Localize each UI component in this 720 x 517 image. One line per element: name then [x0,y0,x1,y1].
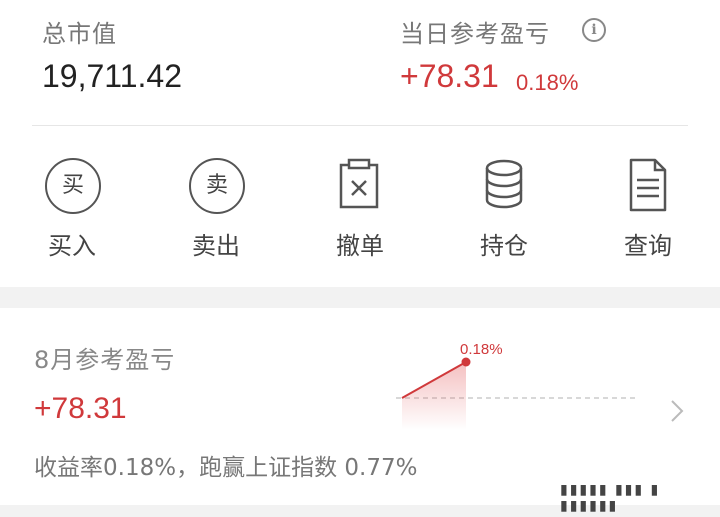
buy-button[interactable]: 买 买入 [16,156,126,266]
buy-icon-glyph: 买 [45,158,101,214]
chevron-right-icon[interactable] [666,396,688,426]
account-summary-card: 总市值 当日参考盈亏 i 19,711.42 +78.31 0.18% 买 买入… [0,0,720,287]
chart-area [402,362,466,430]
buy-icon: 买 [43,156,101,214]
monthly-pnl-card[interactable]: 8月参考盈亏 +78.31 收益率0.18%，跑赢上证指数 0.77% 0.18… [0,308,720,505]
monthly-pnl-label: 8月参考盈亏 [34,346,176,374]
daily-pnl-label: 当日参考盈亏 [400,20,550,48]
info-icon[interactable]: i [582,18,606,42]
monthly-pnl-chart: 0.18% [396,341,636,430]
daily-pnl-value: +78.31 [400,58,499,94]
chart-point-label: 0.18% [460,341,503,358]
holdings-icon [475,156,533,214]
total-market-value-label: 总市值 [42,20,117,48]
cancel-order-icon [331,156,389,214]
query-label: 查询 [624,232,672,260]
daily-pnl-percent: 0.18% [516,70,579,95]
sell-label: 卖出 [192,232,240,260]
monthly-pnl-value: +78.31 [34,392,127,425]
sell-button[interactable]: 卖 卖出 [160,156,270,266]
divider [32,125,688,126]
total-market-value: 19,711.42 [42,58,182,94]
watermark: ▮▮▮▮▮ ▮▮▮ ▮ ▮▮▮▮▮▮ [560,482,661,514]
sell-icon: 卖 [187,156,245,214]
query-document-icon [619,156,677,214]
cancel-order-button[interactable]: 撤单 [304,156,414,266]
chart-point [461,357,471,367]
sell-icon-glyph: 卖 [189,158,245,214]
holdings-label: 持仓 [480,232,528,260]
buy-label: 买入 [48,232,96,260]
holdings-button[interactable]: 持仓 [448,156,558,266]
monthly-return-summary: 收益率0.18%，跑赢上证指数 0.77% [34,455,418,481]
query-button[interactable]: 查询 [592,156,702,266]
cancel-order-label: 撤单 [336,232,384,260]
